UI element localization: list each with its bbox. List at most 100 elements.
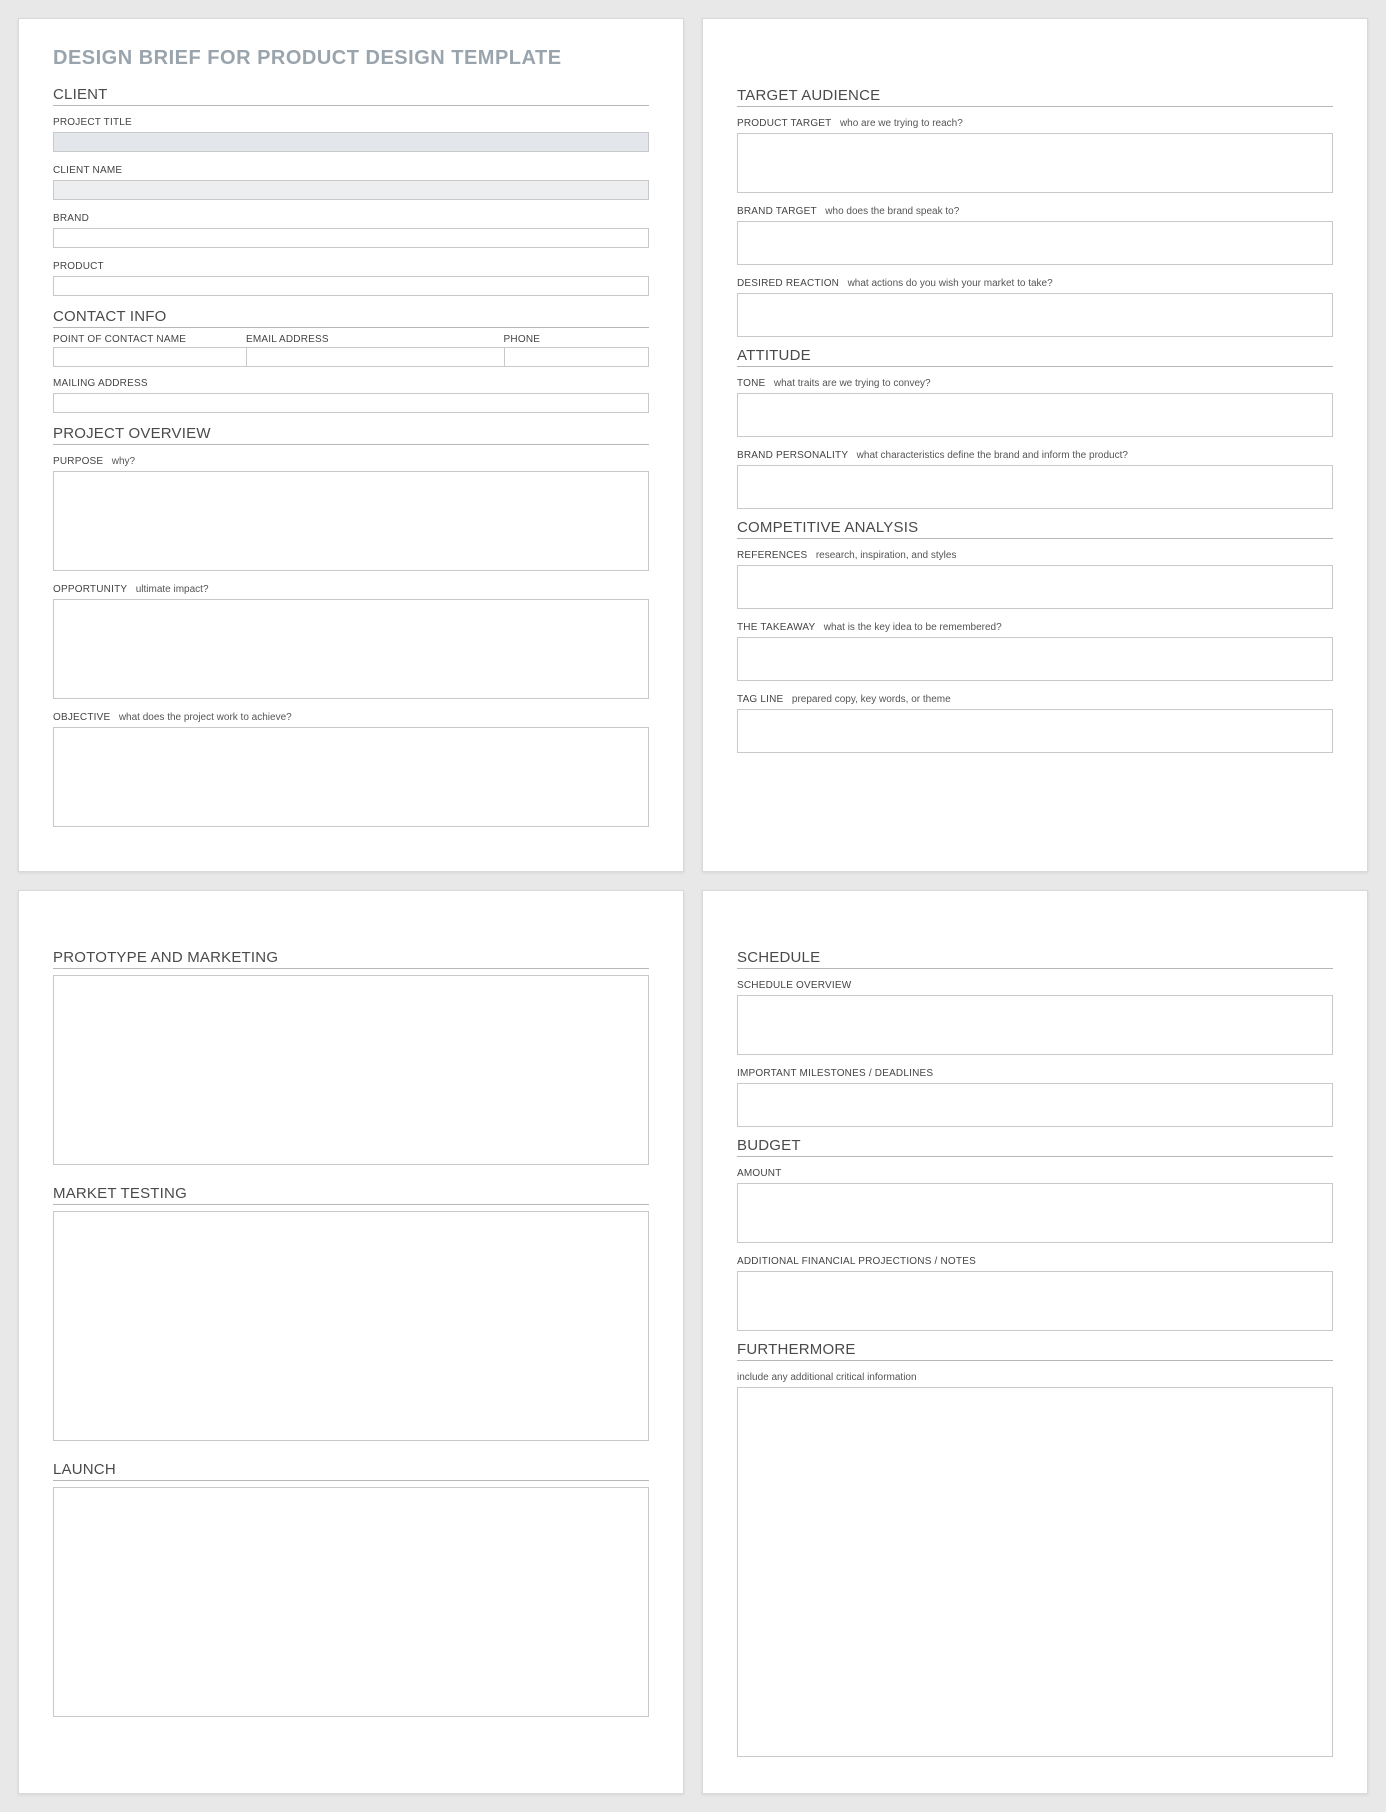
label-project-title: PROJECT TITLE bbox=[53, 117, 132, 128]
input-financial-notes[interactable] bbox=[737, 1271, 1333, 1331]
field-milestones: IMPORTANT MILESTONES / DEADLINES bbox=[737, 1063, 1333, 1127]
input-email[interactable] bbox=[246, 347, 505, 367]
input-brand[interactable] bbox=[53, 228, 649, 248]
label-phone: PHONE bbox=[504, 334, 649, 345]
section-overview: PROJECT OVERVIEW bbox=[53, 425, 649, 445]
field-product-target: PRODUCT TARGET who are we trying to reac… bbox=[737, 113, 1333, 193]
field-objective: OBJECTIVE what does the project work to … bbox=[53, 707, 649, 827]
label-references: REFERENCES bbox=[737, 550, 807, 561]
input-brand-target[interactable] bbox=[737, 221, 1333, 265]
hint-product-target: who are we trying to reach? bbox=[840, 118, 963, 129]
input-opportunity[interactable] bbox=[53, 599, 649, 699]
input-references[interactable] bbox=[737, 565, 1333, 609]
field-brand-personality: BRAND PERSONALITY what characteristics d… bbox=[737, 445, 1333, 509]
label-email: EMAIL ADDRESS bbox=[246, 334, 505, 345]
label-financial-notes: ADDITIONAL FINANCIAL PROJECTIONS / NOTES bbox=[737, 1256, 976, 1267]
input-poc[interactable] bbox=[53, 347, 247, 367]
section-schedule: SCHEDULE bbox=[737, 949, 1333, 969]
section-attitude: ATTITUDE bbox=[737, 347, 1333, 367]
field-brand-target: BRAND TARGET who does the brand speak to… bbox=[737, 201, 1333, 265]
page-1: DESIGN BRIEF FOR PRODUCT DESIGN TEMPLATE… bbox=[18, 18, 684, 872]
hint-brand-personality: what characteristics define the brand an… bbox=[857, 450, 1128, 461]
field-client-name: CLIENT NAME bbox=[53, 160, 649, 200]
field-schedule-overview: SCHEDULE OVERVIEW bbox=[737, 975, 1333, 1055]
field-product: PRODUCT bbox=[53, 256, 649, 296]
section-prototype: PROTOTYPE AND MARKETING bbox=[53, 949, 649, 969]
label-milestones: IMPORTANT MILESTONES / DEADLINES bbox=[737, 1068, 933, 1079]
input-product-target[interactable] bbox=[737, 133, 1333, 193]
label-tagline: TAG LINE bbox=[737, 694, 783, 705]
section-furthermore: FURTHERMORE bbox=[737, 1341, 1333, 1361]
label-brand-target: BRAND TARGET bbox=[737, 206, 817, 217]
input-furthermore[interactable] bbox=[737, 1387, 1333, 1757]
field-references: REFERENCES research, inspiration, and st… bbox=[737, 545, 1333, 609]
section-budget: BUDGET bbox=[737, 1137, 1333, 1157]
label-desired-reaction: DESIRED REACTION bbox=[737, 278, 839, 289]
hint-objective: what does the project work to achieve? bbox=[119, 712, 292, 723]
input-brand-personality[interactable] bbox=[737, 465, 1333, 509]
hint-references: research, inspiration, and styles bbox=[816, 550, 957, 561]
label-poc: POINT OF CONTACT NAME bbox=[53, 334, 247, 345]
input-market-testing[interactable] bbox=[53, 1211, 649, 1441]
input-phone[interactable] bbox=[504, 347, 649, 367]
input-purpose[interactable] bbox=[53, 471, 649, 571]
input-milestones[interactable] bbox=[737, 1083, 1333, 1127]
hint-takeaway: what is the key idea to be remembered? bbox=[824, 622, 1002, 633]
section-audience: TARGET AUDIENCE bbox=[737, 87, 1333, 107]
input-launch[interactable] bbox=[53, 1487, 649, 1717]
hint-purpose: why? bbox=[112, 456, 135, 467]
label-tone: TONE bbox=[737, 378, 765, 389]
input-desired-reaction[interactable] bbox=[737, 293, 1333, 337]
input-objective[interactable] bbox=[53, 727, 649, 827]
label-objective: OBJECTIVE bbox=[53, 712, 110, 723]
page-3: PROTOTYPE AND MARKETING MARKET TESTING L… bbox=[18, 890, 684, 1794]
field-tagline: TAG LINE prepared copy, key words, or th… bbox=[737, 689, 1333, 753]
label-client-name: CLIENT NAME bbox=[53, 165, 122, 176]
label-brand-personality: BRAND PERSONALITY bbox=[737, 450, 848, 461]
input-amount[interactable] bbox=[737, 1183, 1333, 1243]
field-financial-notes: ADDITIONAL FINANCIAL PROJECTIONS / NOTES bbox=[737, 1251, 1333, 1331]
label-opportunity: OPPORTUNITY bbox=[53, 584, 127, 595]
field-opportunity: OPPORTUNITY ultimate impact? bbox=[53, 579, 649, 699]
field-takeaway: THE TAKEAWAY what is the key idea to be … bbox=[737, 617, 1333, 681]
input-schedule-overview[interactable] bbox=[737, 995, 1333, 1055]
page-2: TARGET AUDIENCE PRODUCT TARGET who are w… bbox=[702, 18, 1368, 872]
section-client: CLIENT bbox=[53, 86, 649, 106]
input-product[interactable] bbox=[53, 276, 649, 296]
label-purpose: PURPOSE bbox=[53, 456, 103, 467]
hint-tagline: prepared copy, key words, or theme bbox=[792, 694, 951, 705]
section-competitive: COMPETITIVE ANALYSIS bbox=[737, 519, 1333, 539]
template-pages: DESIGN BRIEF FOR PRODUCT DESIGN TEMPLATE… bbox=[18, 18, 1368, 1794]
field-desired-reaction: DESIRED REACTION what actions do you wis… bbox=[737, 273, 1333, 337]
field-project-title: PROJECT TITLE bbox=[53, 112, 649, 152]
field-mailing: MAILING ADDRESS bbox=[53, 373, 649, 413]
document-title: DESIGN BRIEF FOR PRODUCT DESIGN TEMPLATE bbox=[53, 47, 649, 70]
hint-opportunity: ultimate impact? bbox=[136, 584, 209, 595]
input-takeaway[interactable] bbox=[737, 637, 1333, 681]
input-tone[interactable] bbox=[737, 393, 1333, 437]
hint-furthermore: include any additional critical informat… bbox=[737, 1372, 917, 1383]
hint-tone: what traits are we trying to convey? bbox=[774, 378, 931, 389]
input-client-name[interactable] bbox=[53, 180, 649, 200]
field-tone: TONE what traits are we trying to convey… bbox=[737, 373, 1333, 437]
field-amount: AMOUNT bbox=[737, 1163, 1333, 1243]
field-brand: BRAND bbox=[53, 208, 649, 248]
section-market-testing: MARKET TESTING bbox=[53, 1185, 649, 1205]
label-amount: AMOUNT bbox=[737, 1168, 782, 1179]
label-mailing: MAILING ADDRESS bbox=[53, 378, 148, 389]
label-schedule-overview: SCHEDULE OVERVIEW bbox=[737, 980, 851, 991]
input-prototype[interactable] bbox=[53, 975, 649, 1165]
input-project-title[interactable] bbox=[53, 132, 649, 152]
page-4: SCHEDULE SCHEDULE OVERVIEW IMPORTANT MIL… bbox=[702, 890, 1368, 1794]
input-tagline[interactable] bbox=[737, 709, 1333, 753]
label-takeaway: THE TAKEAWAY bbox=[737, 622, 815, 633]
hint-brand-target: who does the brand speak to? bbox=[825, 206, 959, 217]
input-mailing[interactable] bbox=[53, 393, 649, 413]
hint-desired-reaction: what actions do you wish your market to … bbox=[848, 278, 1053, 289]
label-product-target: PRODUCT TARGET bbox=[737, 118, 831, 129]
section-contact: CONTACT INFO bbox=[53, 308, 649, 328]
label-product: PRODUCT bbox=[53, 261, 104, 272]
label-brand: BRAND bbox=[53, 213, 89, 224]
field-purpose: PURPOSE why? bbox=[53, 451, 649, 571]
contact-row: POINT OF CONTACT NAME EMAIL ADDRESS PHON… bbox=[53, 334, 649, 367]
